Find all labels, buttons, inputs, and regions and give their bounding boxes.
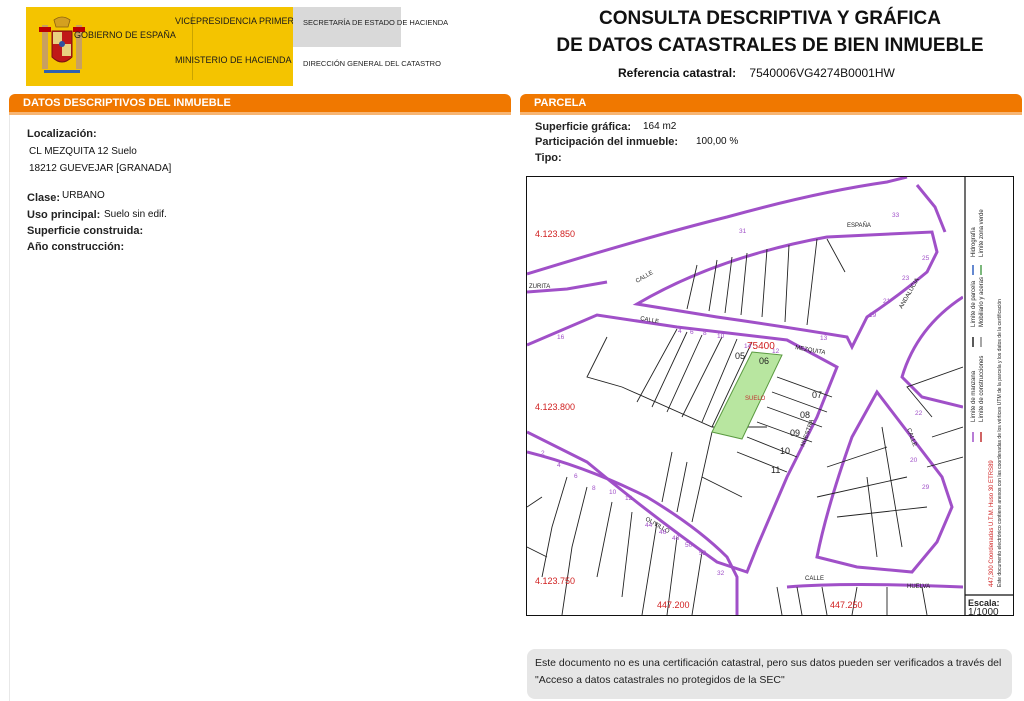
parcel-number: 10: [780, 446, 790, 456]
block-number: 16: [557, 334, 565, 341]
parcel-number: 07: [812, 390, 822, 400]
reference-value: 7540006VG4274B0001HW: [749, 66, 895, 80]
coord-y2: 4.123.800: [535, 402, 575, 412]
block-number: 20: [910, 457, 918, 464]
secretaria-label: SECRETARÍA DE ESTADO DE HACIENDA: [303, 18, 449, 27]
block-number: 10: [609, 489, 617, 496]
block-bottom-left: [527, 450, 739, 615]
uso-label: Uso principal:: [27, 209, 101, 221]
block-number: 4: [557, 462, 561, 469]
address-line2: 18212 GUEVEJAR [GRANADA]: [29, 163, 172, 174]
anio-construccion-label: Año construcción:: [27, 241, 125, 253]
street-huelva: HUELVA: [907, 584, 930, 590]
localizacion-label: Localización:: [27, 128, 97, 140]
direccion-label: DIRECCIÓN GENERAL DEL CATASTRO: [303, 59, 441, 68]
reference-label: Referencia catastral:: [618, 66, 737, 80]
block-number: 6: [574, 473, 578, 480]
street-calle1: CALLE: [635, 270, 654, 285]
legend-limite-parcela: Límite de parcela: [971, 280, 977, 327]
block-id: 75400: [747, 341, 775, 352]
superficie-grafica-label: Superficie gráfica:: [535, 121, 631, 133]
legend-coordinates-note: 447,300 Coordenadas U.T.M. Huso 30 ETRS8…: [989, 460, 995, 587]
disclaimer-text: Este documento no es una certificación c…: [535, 657, 1002, 686]
gobierno-de-espana-label: GOBIERNO DE ESPAÑA: [74, 30, 176, 40]
coord-y1: 4.123.850: [535, 229, 575, 239]
block-number: 29: [922, 484, 930, 491]
street-calle3: CALLE: [905, 428, 917, 448]
block-number: 2: [541, 450, 545, 457]
coord-x1: 447.200: [657, 600, 690, 610]
page-title-line2: DE DATOS CATASTRALES DE BIEN INMUEBLE: [556, 35, 984, 56]
legend-zona-verde: Límite zona verde: [979, 209, 985, 257]
block-number: 12: [772, 348, 780, 355]
coord-x2: 447.250: [830, 600, 863, 610]
block-number: 10: [717, 333, 725, 340]
coord-y3: 4.123.750: [535, 576, 575, 586]
block-number: 33: [892, 212, 900, 219]
scale-value: 1/1000: [968, 607, 999, 615]
coat-of-arms-icon: [39, 16, 85, 73]
page-title-line1: CONSULTA DESCRIPTIVA Y GRÁFICA: [598, 8, 942, 29]
parcel-number: 09: [790, 428, 800, 438]
block-number: 25: [922, 255, 930, 262]
reference-line: Referencia catastral: 7540006VG4274B0001…: [618, 66, 895, 80]
street-zurita: ZURITA: [529, 284, 550, 290]
ministerio-label: MINISTERIO DE HACIENDA: [175, 55, 292, 65]
street-nuestra: NUESTRA: [800, 419, 815, 448]
block-number: 46: [659, 529, 667, 536]
block-number: 22: [915, 410, 923, 417]
left-column-border: [9, 115, 10, 701]
participacion-value: 100,00 %: [696, 136, 739, 147]
street-calle4: CALLE: [805, 576, 824, 582]
block-number: 4: [678, 328, 682, 335]
block-bottom-right: [786, 583, 963, 589]
block-number: 50: [685, 542, 693, 549]
legend-mobiliario: Mobiliario y aceras: [979, 277, 985, 327]
parcel-number: 06: [759, 356, 769, 366]
clase-value: URBANO: [62, 190, 105, 201]
street-mezquita: MEZQUITA: [795, 345, 826, 356]
parcel-number: 11: [771, 465, 780, 475]
block-right: [900, 295, 963, 409]
street-espana: ESPAÑA: [847, 222, 871, 229]
block-number: 32: [717, 570, 725, 577]
block-number: 14: [744, 343, 752, 350]
descriptive-section-header: DATOS DESCRIPTIVOS DEL INMUEBLE: [9, 94, 511, 115]
uso-value: Suelo sin edif.: [104, 209, 167, 220]
block-number: 8: [592, 485, 596, 492]
block-number: 52: [699, 550, 707, 557]
cadastral-map-drawing: 4.123.850 4.123.800 4.123.750 447.200 44…: [527, 177, 1013, 615]
block-number: 8: [703, 330, 707, 337]
legend-limite-manzana: Límite de manzana: [971, 370, 977, 422]
clase-label: Clase:: [27, 192, 61, 204]
block-number: 44: [645, 522, 653, 529]
legend-document-note: Este documento electrónico contiene anex…: [997, 299, 1003, 587]
parcel-number: 05: [735, 351, 745, 361]
suelo-label: SUELO: [745, 396, 766, 402]
block-number: 31: [739, 228, 747, 235]
superficie-construida-label: Superficie construida:: [27, 225, 144, 237]
block-number: 13: [820, 335, 828, 342]
block-number: 48: [672, 535, 680, 542]
block-number: 6: [690, 329, 694, 336]
block-number: 21: [883, 298, 891, 305]
block-right-edge: [915, 184, 947, 233]
block-number: 23: [902, 275, 910, 282]
address-line1: CL MEZQUITA 12 Suelo: [29, 146, 137, 157]
tipo-label: Tipo:: [535, 152, 562, 164]
block-mezquita-main: [527, 313, 839, 574]
parcela-section-header: PARCELA: [520, 94, 1022, 115]
block-number: 19: [869, 312, 877, 319]
superficie-grafica-value: 164 m2: [643, 121, 677, 132]
parcel-number: 08: [800, 410, 810, 420]
legend-limite-construcciones: Límite de construcciones: [979, 356, 985, 422]
legend-hidrografia: Hidrografía: [971, 227, 977, 257]
participacion-label: Participación del inmueble:: [535, 136, 679, 148]
block-number: 12: [625, 495, 633, 502]
